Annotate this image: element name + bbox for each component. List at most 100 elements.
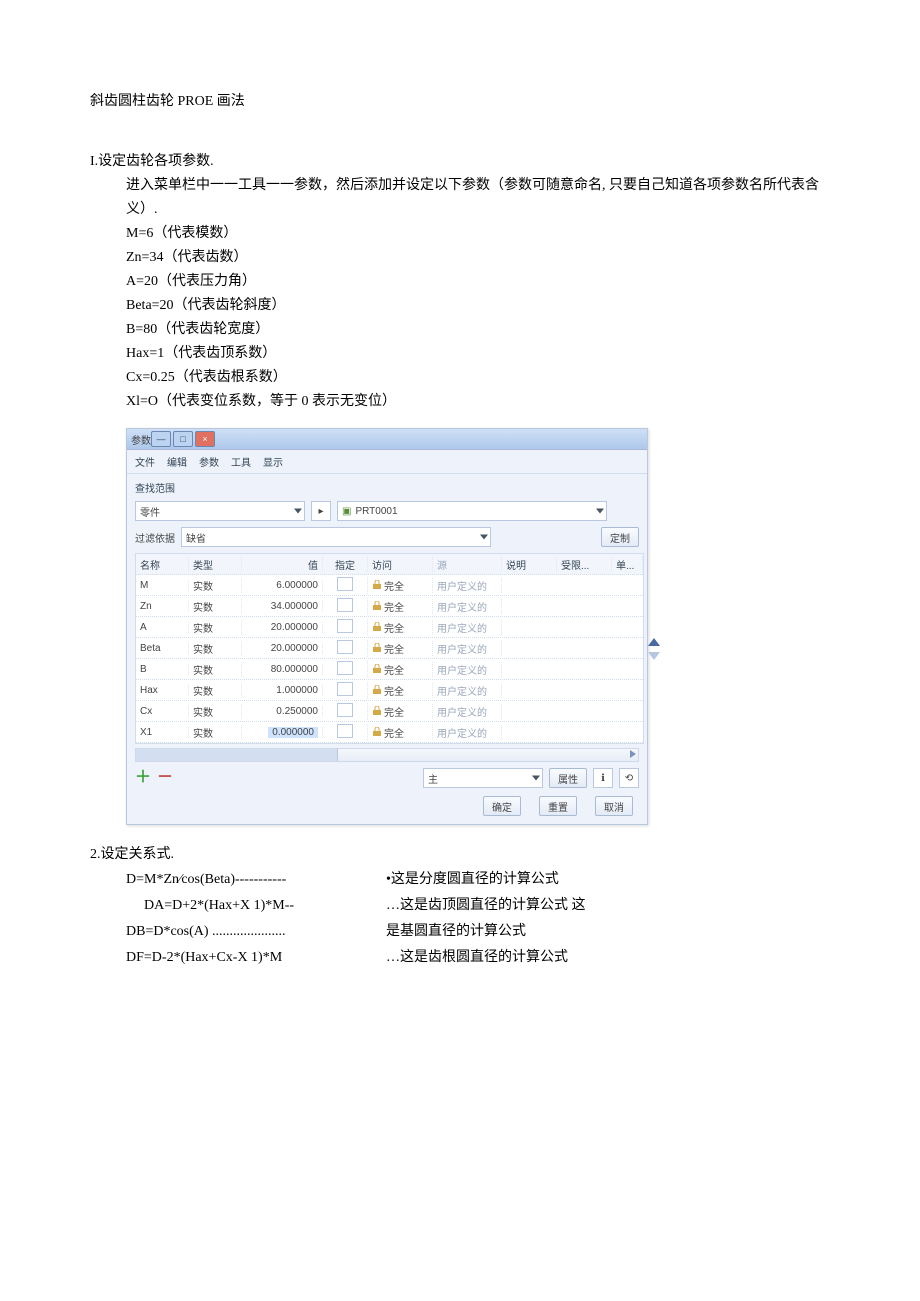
cell-type: 实数 [189, 683, 242, 698]
table-row[interactable]: M 实数 6.000000 完全 用户定义的 [136, 575, 643, 596]
cell-type: 实数 [189, 725, 242, 740]
ok-button[interactable]: 确定 [483, 796, 521, 816]
remove-param-button[interactable]: － [157, 770, 173, 786]
table-row[interactable]: B 实数 80.000000 完全 用户定义的 [136, 659, 643, 680]
chevron-down-icon [596, 509, 604, 514]
menu-edit[interactable]: 编辑 [167, 454, 187, 469]
cell-value: 1.000000 [242, 685, 323, 696]
lock-icon [372, 685, 382, 695]
cell-access: 完全 [384, 683, 404, 698]
cell-name: X1 [136, 727, 189, 738]
chevron-down-icon [294, 509, 302, 514]
cell-value: 20.000000 [242, 643, 323, 654]
tool-icon[interactable]: ⟲ [619, 768, 639, 788]
chevron-down-icon [480, 535, 488, 540]
horizontal-scrollbar[interactable] [135, 748, 639, 762]
table-row[interactable]: Zn 实数 34.000000 完全 用户定义的 [136, 596, 643, 617]
menu-params[interactable]: 参数 [199, 454, 219, 469]
cell-type: 实数 [189, 599, 242, 614]
col-restrict: 受限... [557, 557, 612, 572]
assign-checkbox[interactable] [337, 682, 353, 696]
add-param-button[interactable]: ＋ [135, 770, 151, 786]
cell-source: 用户定义的 [433, 641, 502, 656]
cell-access: 完全 [384, 620, 404, 635]
filter-value: 缺省 [186, 530, 206, 545]
param-line: A=20（代表压力角） [126, 270, 830, 294]
lock-icon [372, 664, 382, 674]
cell-name: Cx [136, 706, 189, 717]
lock-icon [372, 580, 382, 590]
maximize-icon[interactable]: □ [173, 431, 193, 447]
lock-icon [372, 706, 382, 716]
cell-source: 用户定义的 [433, 683, 502, 698]
lock-icon [372, 727, 382, 737]
reset-button[interactable]: 重置 [539, 796, 577, 816]
filter-combo[interactable]: 缺省 [181, 527, 491, 547]
table-row[interactable]: X1 实数 0.000000 完全 用户定义的 [136, 722, 643, 743]
eq-line: DB=D*cos(A) ..................... [126, 919, 356, 945]
param-line: Beta=20（代表齿轮斜度） [126, 294, 830, 318]
param-line: M=6（代表模数） [126, 222, 830, 246]
col-unit: 单... [612, 557, 643, 572]
info-icon[interactable]: ℹ [593, 768, 613, 788]
minimize-icon[interactable]: — [151, 431, 171, 447]
assign-checkbox[interactable] [337, 598, 353, 612]
move-down-icon[interactable] [648, 652, 660, 660]
col-value: 值 [242, 557, 323, 572]
cell-source: 用户定义的 [433, 578, 502, 593]
table-row[interactable]: Beta 实数 20.000000 完全 用户定义的 [136, 638, 643, 659]
cell-value: 80.000000 [242, 664, 323, 675]
close-icon[interactable]: × [195, 431, 215, 447]
params-table: 名称 类型 值 指定 访问 源 说明 受限... 单... M 实 [135, 553, 644, 744]
assign-checkbox[interactable] [337, 640, 353, 654]
customize-button[interactable]: 定制 [601, 527, 639, 547]
col-assign: 指定 [323, 557, 368, 572]
move-up-icon[interactable] [648, 638, 660, 646]
parameters-dialog: 参数 — □ × 文件 编辑 参数 工具 显示 查找范围 零件 [126, 428, 830, 825]
cell-value: 34.000000 [242, 601, 323, 612]
cell-name: Beta [136, 643, 189, 654]
chevron-down-icon [532, 776, 540, 781]
col-desc: 说明 [502, 557, 557, 572]
cell-value: 0.250000 [242, 706, 323, 717]
properties-button[interactable]: 属性 [549, 768, 587, 788]
main-combo[interactable]: 主 [423, 768, 543, 788]
equations-left: D=M*Zn⁄cos(Beta)----------- DA=D+2*(Hax+… [126, 867, 356, 971]
assign-checkbox[interactable] [337, 703, 353, 717]
doc-title: 斜齿圆柱齿轮 PROE 画法 [90, 90, 830, 110]
table-row[interactable]: Cx 实数 0.250000 完全 用户定义的 [136, 701, 643, 722]
cell-access: 完全 [384, 704, 404, 719]
col-access: 访问 [368, 557, 433, 572]
section1-intro: 进入菜单栏中一一工具一一参数，然后添加并设定以下参数（参数可随意命名, 只要自己… [126, 174, 830, 222]
cell-access: 完全 [384, 662, 404, 677]
pick-icon[interactable]: ▸ [311, 501, 331, 521]
model-combo[interactable]: ▣ PRT0001 [337, 501, 607, 521]
cell-access: 完全 [384, 578, 404, 593]
menu-tools[interactable]: 工具 [231, 454, 251, 469]
equations-right: •这是分度圆直径的计算公式 …这是齿顶圆直径的计算公式 这 是基圆直径的计算公式… [386, 867, 586, 971]
eq-desc: •这是分度圆直径的计算公式 [386, 867, 586, 893]
cell-value-selected[interactable]: 0.000000 [268, 727, 318, 738]
assign-checkbox[interactable] [337, 724, 353, 738]
eq-line: DF=D-2*(Hax+Cx-X 1)*M [126, 945, 356, 971]
menu-display[interactable]: 显示 [263, 454, 283, 469]
table-row[interactable]: Hax 实数 1.000000 完全 用户定义的 [136, 680, 643, 701]
cancel-button[interactable]: 取消 [595, 796, 633, 816]
cell-access: 完全 [384, 599, 404, 614]
table-row[interactable]: A 实数 20.000000 完全 用户定义的 [136, 617, 643, 638]
lock-icon [372, 643, 382, 653]
col-name: 名称 [136, 557, 189, 572]
param-line: Cx=0.25（代表齿根系数） [126, 366, 830, 390]
col-source: 源 [433, 557, 502, 572]
scope-combo[interactable]: 零件 [135, 501, 305, 521]
cell-value: 20.000000 [242, 622, 323, 633]
cell-source: 用户定义的 [433, 662, 502, 677]
menu-file[interactable]: 文件 [135, 454, 155, 469]
assign-checkbox[interactable] [337, 661, 353, 675]
col-type: 类型 [189, 557, 242, 572]
assign-checkbox[interactable] [337, 577, 353, 591]
assign-checkbox[interactable] [337, 619, 353, 633]
lock-icon [372, 601, 382, 611]
param-line: Zn=34（代表齿数） [126, 246, 830, 270]
cell-type: 实数 [189, 662, 242, 677]
